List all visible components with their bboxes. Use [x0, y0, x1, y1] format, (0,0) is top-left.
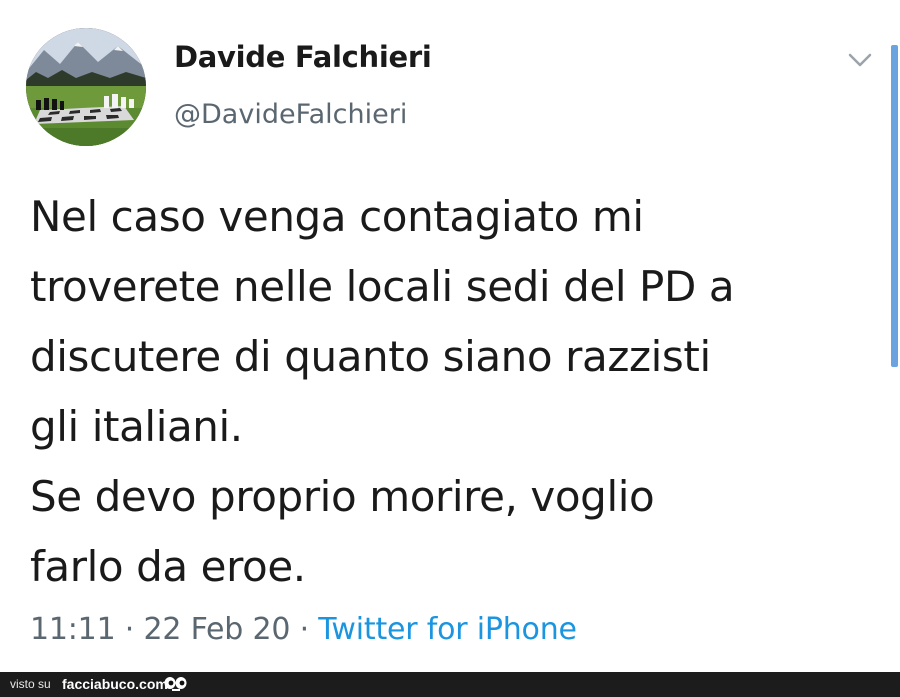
meta-separator: ·: [290, 612, 319, 647]
tweet-card: Davide Falchieri @DavideFalchieri Nel ca…: [0, 0, 900, 672]
tweet-date[interactable]: 22 Feb 20: [143, 612, 290, 647]
tweet-text-line: gli italiani.: [30, 402, 243, 451]
tweet-text-line: Se devo proprio morire, voglio: [30, 472, 655, 521]
chevron-down-icon[interactable]: [846, 50, 874, 70]
tweet-text-line: farlo da eroe.: [30, 542, 306, 591]
scroll-indicator[interactable]: [891, 45, 898, 367]
eyes-icon: [163, 676, 189, 692]
watermark-bar: visto su facciabuco.com: [0, 672, 900, 697]
avatar[interactable]: [26, 28, 146, 146]
avatar-image: [26, 28, 146, 146]
watermark-brand[interactable]: facciabuco.com: [62, 676, 168, 692]
tweet-text-line: discutere di quanto siano razzisti: [30, 332, 711, 381]
watermark-prefix: visto su: [10, 677, 51, 691]
tweet-time[interactable]: 11:11: [30, 612, 116, 647]
tweet-text: Nel caso venga contagiato mi troverete n…: [30, 182, 870, 602]
tweet-text-line: troverete nelle locali sedi del PD a: [30, 262, 735, 311]
tweet-text-line: Nel caso venga contagiato mi: [30, 192, 644, 241]
author-display-name[interactable]: Davide Falchieri: [174, 40, 432, 74]
tweet-source-link[interactable]: Twitter for iPhone: [318, 612, 577, 647]
meta-separator: ·: [115, 612, 144, 647]
tweet-meta: 11:11 · 22 Feb 20 · Twitter for iPhone: [30, 612, 577, 647]
author-handle[interactable]: @DavideFalchieri: [174, 99, 407, 130]
